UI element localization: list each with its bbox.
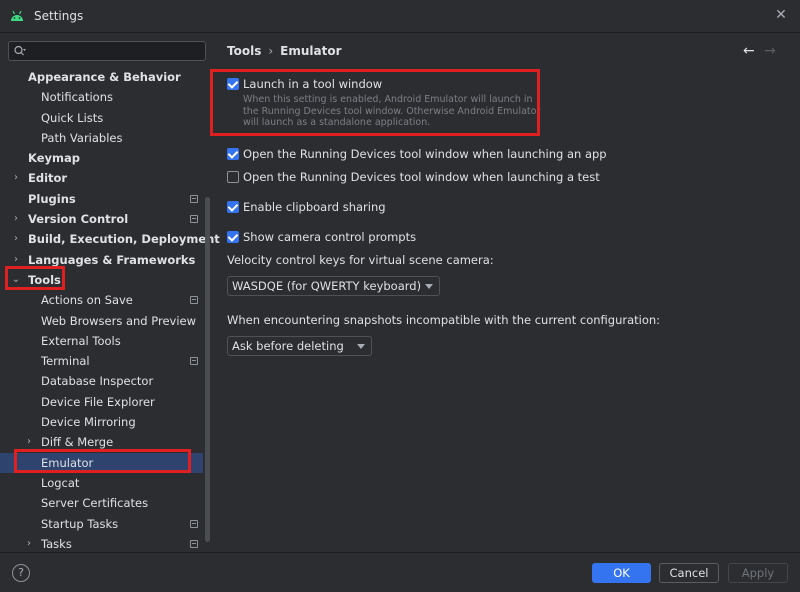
sidebar-item-label: Server Certificates [41,496,149,511]
sidebar-item-label: Keymap [28,151,80,166]
chevron-right-icon[interactable]: › [11,229,21,249]
android-icon [11,10,23,21]
checkbox-label: Open the Running Devices tool window whe… [243,170,600,184]
project-settings-icon [190,194,198,203]
sidebar-item-build-execution-deployment[interactable]: › Build, Execution, Deployment [0,229,220,249]
project-settings-icon [190,296,198,305]
project-settings-icon [190,519,198,528]
sidebar-item-path-variables[interactable]: Path Variables [0,128,203,148]
dialog-footer: ? OK Cancel Apply [0,552,800,592]
sidebar-item-label: External Tools [41,333,121,348]
search-icon [14,45,26,56]
sidebar-item-quick-lists[interactable]: Quick Lists [0,108,203,128]
chevron-down-icon [357,344,365,349]
sidebar-item-version-control[interactable]: › Version Control [0,209,203,229]
checkbox-label: Open the Running Devices tool window whe… [243,147,607,161]
sidebar-item-appearance-behavior[interactable]: Appearance & Behavior [0,67,203,87]
sidebar-item-startup-tasks[interactable]: Startup Tasks [0,514,203,534]
highlight-tools [5,266,65,290]
velocity-keys-dropdown[interactable]: WASDQE (for QWERTY keyboard) [227,276,440,296]
checkbox-label: Show camera control prompts [243,230,417,244]
snapshots-dropdown[interactable]: Ask before deleting [227,336,372,356]
breadcrumb-current: Emulator [280,44,342,58]
project-settings-icon [190,357,198,366]
sidebar-item-label: Notifications [41,90,113,105]
velocity-keys-label: Velocity control keys for virtual scene … [227,253,494,267]
search-input[interactable] [8,41,206,61]
snapshots-label: When encountering snapshots incompatible… [227,313,661,327]
checkbox-unchecked[interactable] [227,171,239,183]
cancel-button[interactable]: Cancel [659,563,719,583]
sidebar-item-label: Version Control [28,212,129,227]
sidebar-item-label: Editor [28,171,68,186]
window-title: Settings [34,9,84,23]
sidebar-item-label: Quick Lists [41,110,104,125]
dropdown-value: WASDQE (for QWERTY keyboard) [232,279,422,293]
highlight-emulator [14,449,191,473]
sidebar-item-label: Path Variables [41,130,123,145]
sidebar-item-label: Terminal [41,354,90,369]
sidebar-item-label: Actions on Save [41,293,133,308]
sidebar-item-label: Web Browsers and Preview [41,313,197,328]
sidebar-item-plugins[interactable]: Plugins [0,189,203,209]
sidebar-item-label: Database Inspector [41,374,154,389]
sidebar-item-label: Logcat [41,475,80,490]
apply-button[interactable]: Apply [728,563,788,583]
sidebar-item-editor[interactable]: › Editor [0,168,203,188]
sidebar-item-device-file-explorer[interactable]: Device File Explorer [0,392,203,412]
forward-arrow-icon[interactable]: → [764,43,776,59]
breadcrumb: Tools › Emulator [227,44,342,58]
help-icon[interactable]: ? [12,564,30,582]
chevron-down-icon [425,284,433,289]
title-bar: Settings ✕ [0,0,800,33]
dropdown-value: Ask before deleting [232,339,344,353]
sidebar-item-keymap[interactable]: Keymap [0,148,203,168]
sidebar-item-label: Device File Explorer [41,394,155,409]
breadcrumb-parent[interactable]: Tools [227,44,261,58]
settings-sidebar: Appearance & Behavior Notifications Quick … [0,34,220,554]
back-arrow-icon[interactable]: ← [743,43,755,59]
sidebar-item-label: Startup Tasks [41,516,119,531]
sidebar-item-device-mirroring[interactable]: Device Mirroring [0,412,203,432]
project-settings-icon [190,215,198,224]
sidebar-item-server-certificates[interactable]: Server Certificates [0,493,203,513]
sidebar-scrollbar[interactable] [205,197,210,542]
sidebar-item-logcat[interactable]: Logcat [0,473,203,493]
sidebar-item-external-tools[interactable]: External Tools [0,331,203,351]
sidebar-item-label: Device Mirroring [41,415,136,430]
breadcrumb-separator: › [268,44,274,58]
checkbox-checked[interactable] [227,231,239,243]
checkbox-checked[interactable] [227,148,239,160]
chevron-right-icon[interactable]: › [11,209,21,229]
chevron-right-icon[interactable]: › [11,168,21,188]
settings-tree: Appearance & Behavior Notifications Quick … [0,67,220,554]
sidebar-item-actions-on-save[interactable]: Actions on Save [0,290,203,310]
sidebar-item-label: Build, Execution, Deployment [28,232,220,247]
sidebar-item-database-inspector[interactable]: Database Inspector [0,371,203,391]
sidebar-item-terminal[interactable]: Terminal [0,351,203,371]
ok-button[interactable]: OK [592,563,651,583]
sidebar-item-web-browsers-and-preview[interactable]: Web Browsers and Preview [0,311,203,331]
highlight-launch-tool-window [210,69,540,136]
sidebar-item-notifications[interactable]: Notifications [0,87,203,107]
checkbox-label: Enable clipboard sharing [243,200,386,214]
sidebar-item-label: Appearance & Behavior [28,70,181,84]
checkbox-checked[interactable] [227,201,239,213]
project-settings-icon [190,539,198,548]
close-icon[interactable]: ✕ [774,8,788,22]
sidebar-item-label: Plugins [28,191,76,206]
